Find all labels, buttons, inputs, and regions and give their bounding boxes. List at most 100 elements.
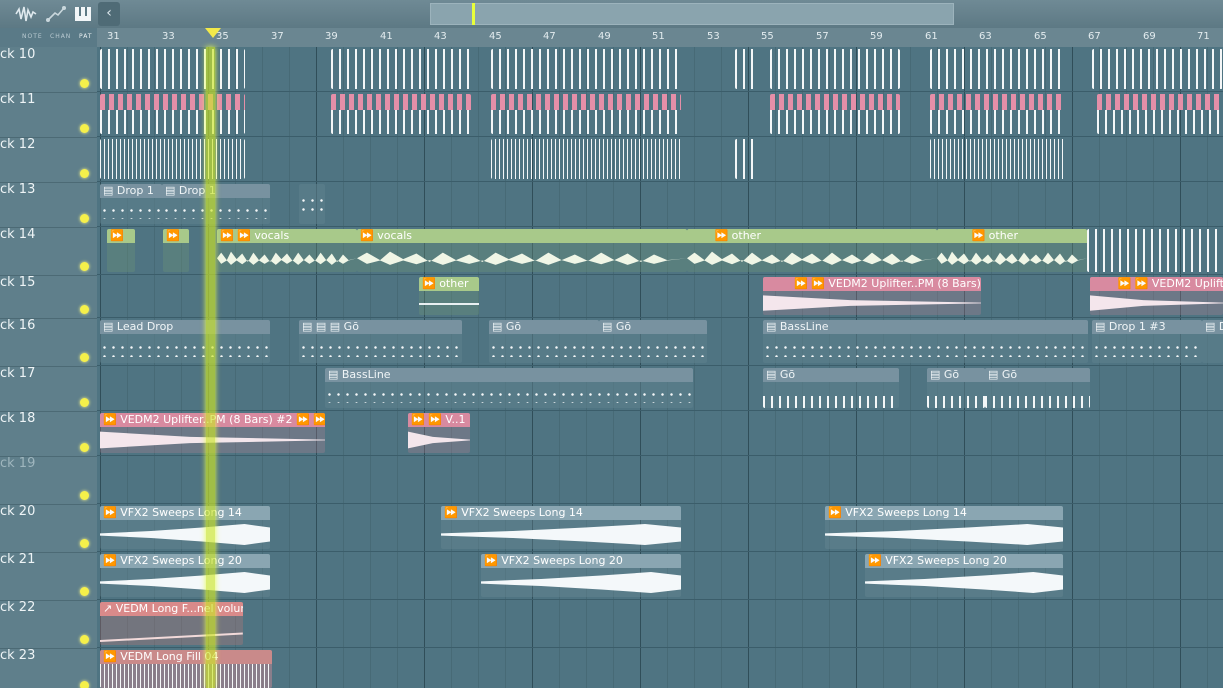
pattern-clip[interactable] (930, 94, 1065, 134)
track-mute-led[interactable] (80, 681, 89, 688)
audio-clip-vocals[interactable]: ⏩ vocals (357, 229, 687, 272)
pattern-clip[interactable] (1087, 229, 1223, 272)
clip-title: ⏩ ⏩ vocals (217, 229, 357, 243)
collapse-button[interactable]: ‹ (98, 2, 120, 26)
waveform-icon[interactable] (14, 3, 38, 25)
pattern-clip[interactable] (100, 49, 245, 89)
pattern-icon[interactable] (73, 3, 93, 25)
track-name: ck 14 (0, 227, 36, 242)
audio-clip-sweeps-14[interactable]: ⏩ VFX2 Sweeps Long 14 (100, 506, 270, 549)
audio-clip-other[interactable]: ⏩ other (937, 229, 1087, 272)
audio-clip[interactable]: ⏩ (163, 229, 189, 272)
track-header[interactable]: ck 20 (0, 504, 97, 553)
pattern-clip[interactable] (331, 49, 471, 89)
track-mute-led[interactable] (80, 353, 89, 362)
pattern-clip[interactable] (770, 94, 900, 134)
pattern-clip-drop-1[interactable]: ▤ Drop 1 (100, 184, 162, 224)
pattern-clip[interactable]: ▤ D (1202, 320, 1223, 363)
track-mute-led[interactable] (80, 635, 89, 644)
audio-clip-fill[interactable]: ⏩ VEDM Long Fill 04 (100, 650, 272, 688)
track-mute-led[interactable] (80, 124, 89, 133)
audio-clip-other[interactable]: ⏩ other (419, 277, 479, 315)
playhead-line[interactable] (206, 47, 215, 688)
track-mute-led[interactable] (80, 491, 89, 500)
pattern-clip[interactable] (491, 49, 681, 89)
track-header[interactable]: ck 14 (0, 227, 97, 276)
audio-clip-uplifter[interactable]: ⏩ ⏩ VEDM2 Uplift (1090, 277, 1223, 315)
pattern-clip-go[interactable]: ▤ Gō (489, 320, 599, 363)
audio-clip-other[interactable]: ⏩ other (687, 229, 937, 272)
track-header[interactable]: ck 21 (0, 552, 97, 601)
pattern-clip-bassline[interactable]: ▤ BassLine (763, 320, 1088, 363)
pattern-clip[interactable] (299, 184, 325, 224)
playhead-marker[interactable] (205, 28, 221, 38)
track-header[interactable]: ck 16 (0, 318, 97, 367)
timeline-ruler[interactable]: 31 33 35 37 39 41 43 45 47 49 51 53 55 5… (97, 28, 1223, 48)
track-mute-led[interactable] (80, 262, 89, 271)
pattern-clip-drop-1[interactable]: ▤ Drop 1 (162, 184, 270, 224)
pattern-clip[interactable] (331, 94, 471, 134)
audio-clip[interactable]: ⏩ (107, 229, 135, 272)
pattern-clip[interactable] (491, 139, 681, 179)
pattern-clip[interactable] (735, 139, 757, 179)
track-divider (97, 410, 1223, 411)
playlist-overview-scrollbar[interactable] (430, 3, 954, 25)
track-header[interactable]: ck 15 (0, 275, 97, 319)
audio-clip-sweeps-14[interactable]: ⏩ VFX2 Sweeps Long 14 (441, 506, 681, 549)
track-mute-led[interactable] (80, 305, 89, 314)
clip-notes (100, 110, 245, 134)
playlist-arrangement[interactable]: ▤ Drop 1 ▤ Drop 1 ⏩ ⏩ ⏩ ⏩ vocals ⏩ vocal… (97, 47, 1223, 688)
pattern-clip-go[interactable]: ▤ Gō (985, 368, 1090, 408)
track-mute-led[interactable] (80, 443, 89, 452)
pattern-clip-go[interactable]: ▤ ▤ ▤ Gō (299, 320, 462, 363)
automation-icon[interactable] (45, 3, 67, 25)
pattern-clip[interactable] (100, 94, 245, 134)
track-header[interactable]: ck 17 (0, 366, 97, 412)
clip-title: ⏩ VFX2 Sweeps Long 20 (100, 554, 270, 568)
automation-curve (100, 632, 243, 642)
track-header[interactable]: ck 13 (0, 182, 97, 228)
clip-label: Gō (1001, 368, 1018, 381)
track-mute-led[interactable] (80, 79, 89, 88)
track-header[interactable]: ck 23 (0, 648, 97, 688)
track-header[interactable]: ck 22 (0, 600, 97, 649)
pattern-clip[interactable] (930, 139, 1065, 179)
track-mute-led[interactable] (80, 214, 89, 223)
track-header[interactable]: ck 10 (0, 47, 97, 93)
pattern-clip[interactable] (491, 94, 681, 134)
automation-clip-volume[interactable]: ↗ VEDM Long F...nel volume (100, 602, 243, 645)
track-header[interactable]: ck 11 (0, 92, 97, 138)
audio-clip-sweeps-20[interactable]: ⏩ VFX2 Sweeps Long 20 (100, 554, 270, 597)
pattern-clip[interactable] (930, 49, 1065, 89)
audio-clip-sweeps-20[interactable]: ⏩ VFX2 Sweeps Long 20 (481, 554, 681, 597)
pattern-clip[interactable] (1097, 94, 1223, 134)
pattern-clip[interactable] (100, 139, 245, 179)
pattern-clip-lead-drop[interactable]: ▤ Lead Drop (100, 320, 270, 363)
audio-clip-sweeps-20[interactable]: ⏩ VFX2 Sweeps Long 20 (865, 554, 1063, 597)
pattern-clip[interactable] (770, 49, 900, 89)
track-mute-led[interactable] (80, 587, 89, 596)
track-mute-led[interactable] (80, 398, 89, 407)
track-mute-led[interactable] (80, 539, 89, 548)
pattern-clip[interactable] (1092, 49, 1223, 89)
audio-clip-uplifter[interactable]: ⏩ ⏩ VEDM2 Uplifter..PM (8 Bars) #2 (763, 277, 981, 315)
pattern-clip-go[interactable]: ▤ Gō (763, 368, 899, 408)
audio-clip-sweeps-14[interactable]: ⏩ VFX2 Sweeps Long 14 (825, 506, 1063, 549)
track-divider (97, 599, 1223, 600)
pattern-clip-drop-1-3[interactable]: ▤ Drop 1 #3 (1092, 320, 1202, 363)
pattern-clip-go[interactable]: ▤ Gō (927, 368, 985, 408)
track-name: ck 13 (0, 182, 36, 197)
track-header[interactable]: ck 12 (0, 137, 97, 183)
track-header[interactable]: ck 18 (0, 411, 97, 457)
pattern-clip-go[interactable]: ▤ Gō (599, 320, 707, 363)
clip-label: VFX2 Sweeps Long 20 (885, 554, 1007, 567)
clip-waveform (100, 524, 270, 545)
track-header[interactable]: ck 19 (0, 456, 97, 505)
track-mute-led[interactable] (80, 169, 89, 178)
pattern-clip[interactable] (735, 49, 757, 89)
track-name: ck 19 (0, 456, 36, 471)
clip-waveform (825, 524, 1063, 545)
audio-clip[interactable]: ⏩ ⏩ V..1 (408, 413, 470, 453)
pattern-clip-bassline[interactable]: ▤ BassLine (325, 368, 693, 408)
audio-clip-vocals[interactable]: ⏩ ⏩ vocals (217, 229, 357, 272)
